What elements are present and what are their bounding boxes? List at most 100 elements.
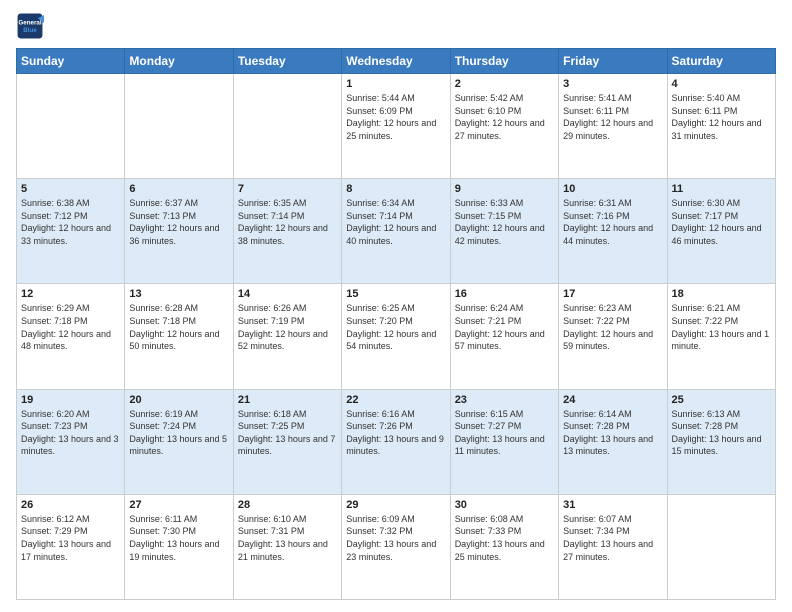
day-number: 1	[346, 78, 445, 90]
day-info: Sunrise: 6:34 AM Sunset: 7:14 PM Dayligh…	[346, 197, 445, 247]
calendar-cell: 31 Sunrise: 6:07 AM Sunset: 7:34 PM Dayli…	[559, 494, 667, 599]
day-number: 15	[346, 288, 445, 300]
day-info: Sunrise: 6:31 AM Sunset: 7:16 PM Dayligh…	[563, 197, 662, 247]
week-row-1: 1 Sunrise: 5:44 AM Sunset: 6:09 PM Daylig…	[17, 74, 776, 179]
calendar-cell: 11 Sunrise: 6:30 AM Sunset: 7:17 PM Dayli…	[667, 179, 775, 284]
calendar-cell: 15Sunrise: 6:25 AM Sunset: 7:20 PM Dayli…	[342, 284, 450, 389]
weekday-header-sunday: Sunday	[17, 49, 125, 74]
calendar-cell: 6 Sunrise: 6:37 AM Sunset: 7:13 PM Daylig…	[125, 179, 233, 284]
calendar-cell: 25Sunrise: 6:13 AM Sunset: 7:28 PM Dayli…	[667, 389, 775, 494]
day-number: 18	[672, 288, 771, 300]
day-info: Sunrise: 6:20 AM Sunset: 7:23 PM Dayligh…	[21, 408, 120, 458]
calendar-cell: 7 Sunrise: 6:35 AM Sunset: 7:14 PM Daylig…	[233, 179, 341, 284]
calendar-cell: 27 Sunrise: 6:11 AM Sunset: 7:30 PM Dayli…	[125, 494, 233, 599]
day-number: 6	[129, 183, 228, 195]
week-row-4: 19 Sunrise: 6:20 AM Sunset: 7:23 PM Dayli…	[17, 389, 776, 494]
day-info: Sunrise: 6:12 AM Sunset: 7:29 PM Dayligh…	[21, 513, 120, 563]
day-info: Sunrise: 6:28 AM Sunset: 7:18 PM Dayligh…	[129, 302, 228, 352]
weekday-header-thursday: Thursday	[450, 49, 558, 74]
day-number: 14	[238, 288, 337, 300]
day-number: 23	[455, 394, 554, 406]
weekday-header-wednesday: Wednesday	[342, 49, 450, 74]
calendar-cell: 3 Sunrise: 5:41 AM Sunset: 6:11 PM Daylig…	[559, 74, 667, 179]
weekday-header-saturday: Saturday	[667, 49, 775, 74]
day-number: 4	[672, 78, 771, 90]
day-info: Sunrise: 6:16 AM Sunset: 7:26 PM Dayligh…	[346, 408, 445, 458]
day-info: Sunrise: 5:40 AM Sunset: 6:11 PM Dayligh…	[672, 92, 771, 142]
calendar-cell: 17 Sunrise: 6:23 AM Sunset: 7:22 PM Dayli…	[559, 284, 667, 389]
day-info: Sunrise: 6:30 AM Sunset: 7:17 PM Dayligh…	[672, 197, 771, 247]
day-number: 28	[238, 499, 337, 511]
day-info: Sunrise: 6:09 AM Sunset: 7:32 PM Dayligh…	[346, 513, 445, 563]
day-number: 20	[129, 394, 228, 406]
day-info: Sunrise: 6:23 AM Sunset: 7:22 PM Dayligh…	[563, 302, 662, 352]
day-number: 8	[346, 183, 445, 195]
day-number: 21	[238, 394, 337, 406]
calendar-cell: 12 Sunrise: 6:29 AM Sunset: 7:18 PM Dayli…	[17, 284, 125, 389]
day-info: Sunrise: 6:08 AM Sunset: 7:33 PM Dayligh…	[455, 513, 554, 563]
weekday-header-friday: Friday	[559, 49, 667, 74]
weekday-header-tuesday: Tuesday	[233, 49, 341, 74]
day-number: 31	[563, 499, 662, 511]
calendar-cell: 5Sunrise: 6:38 AM Sunset: 7:12 PM Daylig…	[17, 179, 125, 284]
svg-text:Blue: Blue	[23, 27, 37, 34]
svg-text:General: General	[18, 19, 41, 26]
day-number: 13	[129, 288, 228, 300]
day-number: 16	[455, 288, 554, 300]
page: General Blue SundayMondayTuesdayWednesda…	[0, 0, 792, 612]
calendar-cell	[667, 494, 775, 599]
day-number: 30	[455, 499, 554, 511]
calendar-table: SundayMondayTuesdayWednesdayThursdayFrid…	[16, 48, 776, 600]
calendar-cell: 16 Sunrise: 6:24 AM Sunset: 7:21 PM Dayli…	[450, 284, 558, 389]
logo: General Blue	[16, 12, 44, 40]
day-number: 22	[346, 394, 445, 406]
day-info: Sunrise: 6:33 AM Sunset: 7:15 PM Dayligh…	[455, 197, 554, 247]
calendar-cell: 21 Sunrise: 6:18 AM Sunset: 7:25 PM Dayli…	[233, 389, 341, 494]
calendar-cell: 19 Sunrise: 6:20 AM Sunset: 7:23 PM Dayli…	[17, 389, 125, 494]
day-info: Sunrise: 5:44 AM Sunset: 6:09 PM Dayligh…	[346, 92, 445, 142]
day-number: 19	[21, 394, 120, 406]
day-info: Sunrise: 5:41 AM Sunset: 6:11 PM Dayligh…	[563, 92, 662, 142]
day-info: Sunrise: 6:07 AM Sunset: 7:34 PM Dayligh…	[563, 513, 662, 563]
day-number: 10	[563, 183, 662, 195]
day-number: 7	[238, 183, 337, 195]
calendar-cell: 2Sunrise: 5:42 AM Sunset: 6:10 PM Daylig…	[450, 74, 558, 179]
day-number: 26	[21, 499, 120, 511]
calendar-cell	[125, 74, 233, 179]
day-number: 17	[563, 288, 662, 300]
day-number: 5	[21, 183, 120, 195]
day-info: Sunrise: 6:11 AM Sunset: 7:30 PM Dayligh…	[129, 513, 228, 563]
week-row-3: 12 Sunrise: 6:29 AM Sunset: 7:18 PM Dayli…	[17, 284, 776, 389]
calendar-cell: 9 Sunrise: 6:33 AM Sunset: 7:15 PM Daylig…	[450, 179, 558, 284]
day-number: 12	[21, 288, 120, 300]
calendar-cell	[17, 74, 125, 179]
day-number: 9	[455, 183, 554, 195]
calendar-cell: 18 Sunrise: 6:21 AM Sunset: 7:22 PM Dayli…	[667, 284, 775, 389]
calendar-cell: 24Sunrise: 6:14 AM Sunset: 7:28 PM Dayli…	[559, 389, 667, 494]
week-row-2: 5Sunrise: 6:38 AM Sunset: 7:12 PM Daylig…	[17, 179, 776, 284]
day-number: 3	[563, 78, 662, 90]
day-number: 27	[129, 499, 228, 511]
day-info: Sunrise: 6:26 AM Sunset: 7:19 PM Dayligh…	[238, 302, 337, 352]
header: General Blue	[16, 12, 776, 40]
calendar-cell: 1 Sunrise: 5:44 AM Sunset: 6:09 PM Daylig…	[342, 74, 450, 179]
calendar-cell: 13 Sunrise: 6:28 AM Sunset: 7:18 PM Dayli…	[125, 284, 233, 389]
calendar-cell	[233, 74, 341, 179]
calendar-cell: 30 Sunrise: 6:08 AM Sunset: 7:33 PM Dayli…	[450, 494, 558, 599]
day-info: Sunrise: 6:37 AM Sunset: 7:13 PM Dayligh…	[129, 197, 228, 247]
weekday-header-monday: Monday	[125, 49, 233, 74]
day-info: Sunrise: 6:13 AM Sunset: 7:28 PM Dayligh…	[672, 408, 771, 458]
calendar-cell: 22 Sunrise: 6:16 AM Sunset: 7:26 PM Dayli…	[342, 389, 450, 494]
day-number: 11	[672, 183, 771, 195]
day-info: Sunrise: 6:24 AM Sunset: 7:21 PM Dayligh…	[455, 302, 554, 352]
day-info: Sunrise: 5:42 AM Sunset: 6:10 PM Dayligh…	[455, 92, 554, 142]
day-info: Sunrise: 6:15 AM Sunset: 7:27 PM Dayligh…	[455, 408, 554, 458]
day-info: Sunrise: 6:35 AM Sunset: 7:14 PM Dayligh…	[238, 197, 337, 247]
calendar-cell: 26 Sunrise: 6:12 AM Sunset: 7:29 PM Dayli…	[17, 494, 125, 599]
day-info: Sunrise: 6:29 AM Sunset: 7:18 PM Dayligh…	[21, 302, 120, 352]
calendar-cell: 4 Sunrise: 5:40 AM Sunset: 6:11 PM Daylig…	[667, 74, 775, 179]
day-info: Sunrise: 6:14 AM Sunset: 7:28 PM Dayligh…	[563, 408, 662, 458]
day-info: Sunrise: 6:21 AM Sunset: 7:22 PM Dayligh…	[672, 302, 771, 352]
day-info: Sunrise: 6:18 AM Sunset: 7:25 PM Dayligh…	[238, 408, 337, 458]
calendar-cell: 10 Sunrise: 6:31 AM Sunset: 7:16 PM Dayli…	[559, 179, 667, 284]
